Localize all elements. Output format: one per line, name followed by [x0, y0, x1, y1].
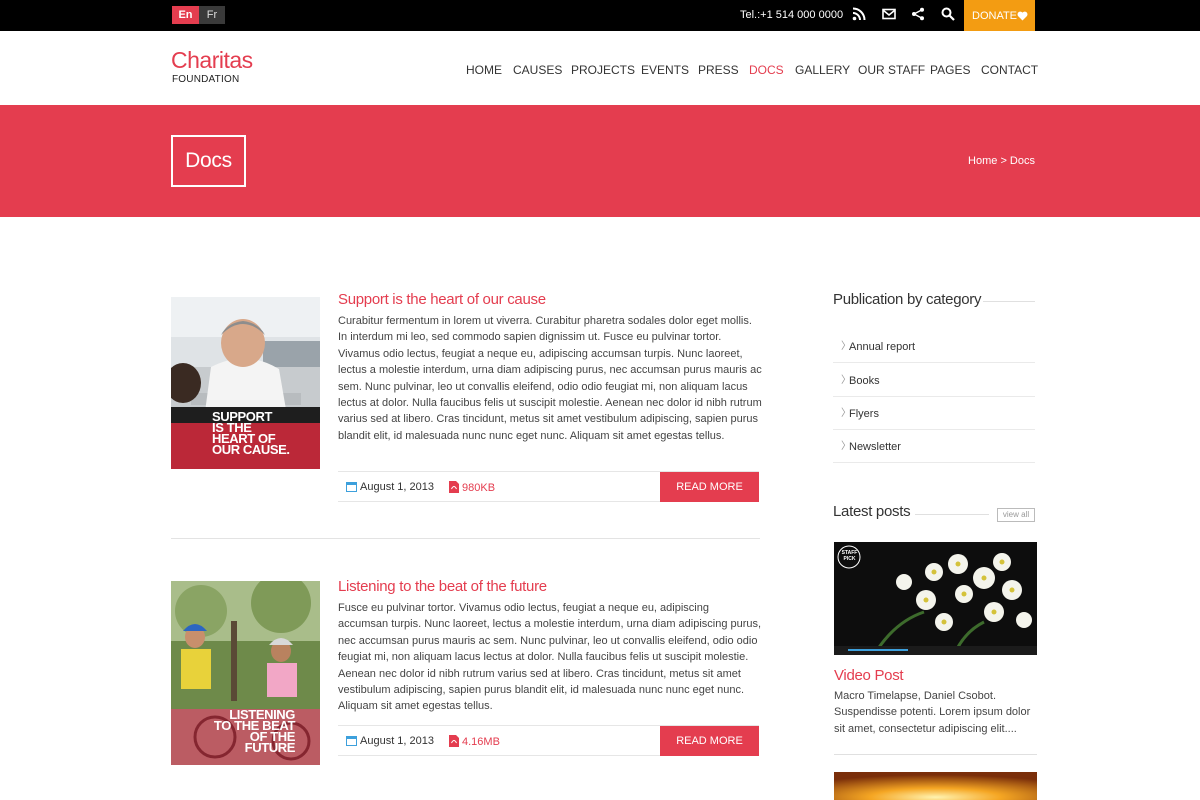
chevron-right-icon: 〉 — [841, 341, 851, 352]
share-icon[interactable] — [911, 7, 927, 23]
top-bar: En Fr Tel.:+1 514 000 0000 DONATE — [0, 0, 1200, 31]
post-thumbnail[interactable]: LISTENING TO THE BEAT OF THE FUTURE — [171, 581, 320, 765]
donate-button[interactable]: DONATE — [964, 0, 1035, 31]
file-size-link[interactable]: 980KB — [449, 481, 495, 494]
nav-our-staff[interactable]: OUR STAFF — [858, 63, 925, 77]
post-separator — [171, 538, 760, 539]
nav-causes[interactable]: CAUSES — [513, 63, 562, 77]
post-thumbnail[interactable]: SUPPORT IS THE HEART OF OUR CAUSE. — [171, 297, 320, 469]
file-size-link[interactable]: 4.16MB — [449, 735, 500, 748]
pdf-icon — [449, 735, 459, 747]
heading-rule — [915, 514, 989, 515]
donate-label: DONATE — [972, 10, 1018, 22]
chevron-right-icon: 〉 — [841, 375, 851, 386]
nav-events[interactable]: EVENTS — [641, 63, 689, 77]
latest-post-title[interactable]: Video Post — [834, 667, 904, 684]
nav-gallery[interactable]: GALLERY — [795, 63, 850, 77]
category-newsletter[interactable]: 〉 Newsletter — [833, 430, 1035, 463]
latest-post-video-thumbnail[interactable]: STAFF PICK — [834, 542, 1037, 655]
page-title: Docs — [171, 135, 246, 187]
latest-post-separator — [834, 754, 1037, 755]
post-excerpt: Fusce eu pulvinar tortor. Vivamus odio l… — [338, 602, 762, 713]
nav-home[interactable]: HOME — [466, 63, 502, 77]
phone-number: Tel.:+1 514 000 0000 — [740, 9, 844, 21]
calendar-icon — [346, 736, 357, 746]
post-excerpt: Curabitur fermentum in lorem ut viverra.… — [338, 315, 762, 442]
nav-contact[interactable]: CONTACT — [981, 63, 1038, 77]
post-meta-bar: August 1, 2013 4.16MB READ MORE — [338, 725, 759, 756]
read-more-button[interactable]: READ MORE — [660, 726, 759, 756]
nav-projects[interactable]: PROJECTS — [571, 63, 635, 77]
post-title[interactable]: Listening to the beat of the future — [338, 578, 547, 595]
pdf-icon — [449, 481, 459, 493]
view-all-button[interactable]: view all — [997, 508, 1035, 522]
latest-post-thumbnail[interactable] — [834, 772, 1037, 800]
mail-icon[interactable] — [882, 7, 898, 23]
read-more-button[interactable]: READ MORE — [660, 472, 759, 502]
category-heading: Publication by category — [833, 291, 982, 308]
post-date: August 1, 2013 — [346, 735, 434, 747]
thumbnail-caption: SUPPORT IS THE HEART OF OUR CAUSE. — [212, 409, 290, 457]
breadcrumb[interactable]: Home > Docs — [968, 155, 1035, 167]
chevron-right-icon: 〉 — [841, 441, 851, 452]
thumbnail-caption: LISTENING TO THE BEAT OF THE FUTURE — [213, 707, 295, 755]
post-date: August 1, 2013 — [346, 481, 434, 493]
logo-title[interactable]: Charitas — [171, 47, 253, 74]
site-header: Charitas FOUNDATION HOME CAUSES PROJECTS… — [0, 31, 1200, 105]
heading-rule — [983, 301, 1035, 302]
category-annual-report[interactable]: 〉 Annual report — [833, 330, 1035, 363]
calendar-icon — [346, 482, 357, 492]
latest-posts-heading: Latest posts — [833, 503, 911, 520]
rss-icon[interactable] — [852, 7, 868, 23]
post-meta-bar: August 1, 2013 980KB READ MORE — [338, 471, 759, 502]
category-books[interactable]: 〉 Books — [833, 364, 1035, 397]
chevron-right-icon: 〉 — [841, 408, 851, 419]
search-icon[interactable] — [941, 7, 957, 23]
staff-pick-badge: STAFF PICK — [841, 550, 858, 562]
nav-pages[interactable]: PAGES — [930, 63, 970, 77]
heart-icon — [1017, 11, 1028, 21]
page-banner: Docs Home > Docs — [0, 105, 1200, 217]
nav-press[interactable]: PRESS — [698, 63, 739, 77]
logo-subtitle: FOUNDATION — [172, 74, 240, 85]
lang-en-button[interactable]: En — [172, 6, 199, 24]
nav-docs[interactable]: DOCS — [749, 63, 784, 77]
post-title[interactable]: Support is the heart of our cause — [338, 291, 546, 308]
latest-post-excerpt: Macro Timelapse, Daniel Csobot. Suspendi… — [834, 690, 1031, 735]
category-flyers[interactable]: 〉 Flyers — [833, 397, 1035, 430]
lang-fr-button[interactable]: Fr — [199, 6, 225, 24]
